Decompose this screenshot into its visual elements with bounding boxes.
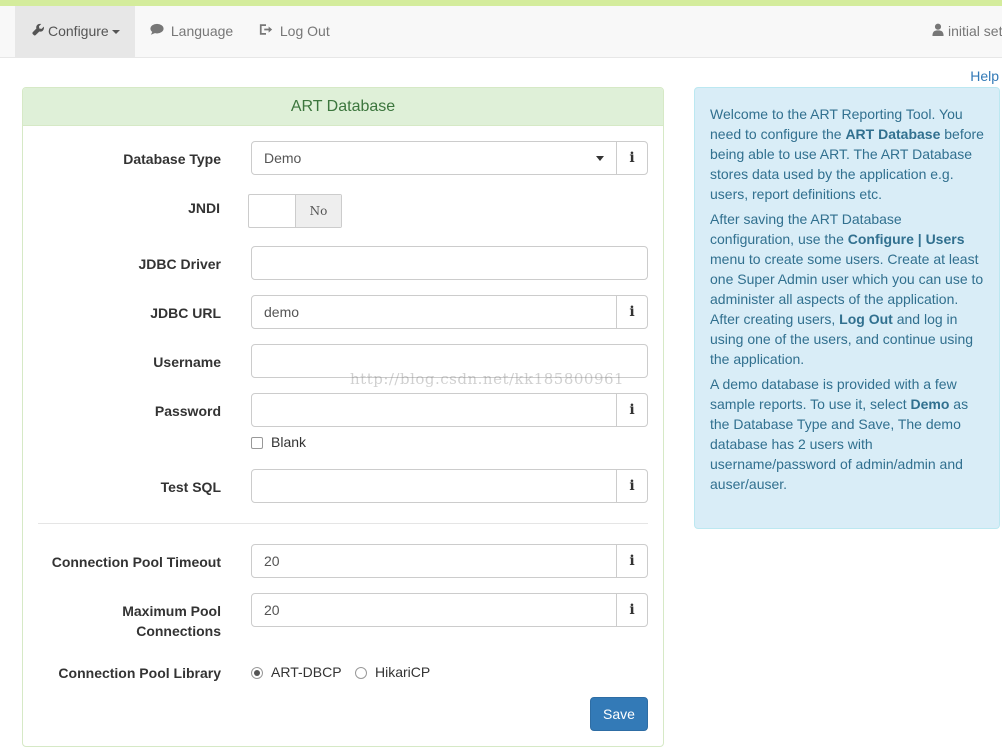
database-type-value: Demo <box>264 150 302 166</box>
info-bold: ART Database <box>845 126 941 142</box>
nav-logout[interactable]: Log Out <box>243 6 345 57</box>
nav-configure-dropdown[interactable]: Configure <box>15 6 135 57</box>
jdbc-driver-label: JDBC Driver <box>138 256 221 272</box>
help-link[interactable]: Help <box>970 68 999 84</box>
jndi-label: JNDI <box>188 200 220 216</box>
jndi-toggle[interactable]: No <box>248 194 342 228</box>
info-bold: Demo <box>910 396 950 412</box>
comment-icon <box>149 6 165 57</box>
database-type-label: Database Type <box>123 151 221 167</box>
password-input[interactable] <box>251 393 617 427</box>
radio-hikaricp[interactable] <box>355 667 367 679</box>
nav-logout-label: Log Out <box>279 23 330 39</box>
info-icon[interactable]: i <box>616 469 648 503</box>
blank-checkbox-label: Blank <box>271 434 307 450</box>
test-sql-input[interactable] <box>251 469 617 503</box>
info-icon[interactable]: i <box>616 295 648 329</box>
max-pool-label: Maximum Pool Connections <box>122 601 221 641</box>
info-paragraph-3: A demo database is provided with a few s… <box>710 374 985 494</box>
radio-art-dbcp[interactable] <box>251 667 263 679</box>
wrench-icon <box>30 6 46 57</box>
pool-timeout-label: Connection Pool Timeout <box>51 554 221 570</box>
pool-timeout-input[interactable]: 20 <box>251 544 617 578</box>
nav-user-label: initial setu <box>948 23 1002 39</box>
form-divider <box>38 523 648 524</box>
nav-language[interactable]: Language <box>134 6 248 57</box>
blank-checkbox[interactable] <box>251 437 263 449</box>
jndi-toggle-off: No <box>295 195 341 227</box>
max-pool-input[interactable]: 20 <box>251 593 617 627</box>
max-pool-label-line2: Connections <box>136 623 221 639</box>
username-label: Username <box>153 354 221 370</box>
art-database-panel: ART Database Database Type Demo i JNDI N… <box>22 87 664 747</box>
jdbc-driver-input[interactable] <box>251 246 648 280</box>
info-bold: Log Out <box>839 311 893 327</box>
jdbc-url-label: JDBC URL <box>150 305 221 321</box>
max-pool-label-line1: Maximum Pool <box>122 603 221 619</box>
radio-art-dbcp-label: ART-DBCP <box>271 664 342 680</box>
test-sql-label: Test SQL <box>160 479 221 495</box>
nav-configure-label: Configure <box>48 23 109 39</box>
password-label: Password <box>154 403 221 419</box>
panel-title: ART Database <box>23 88 663 126</box>
info-bold: Configure | Users <box>847 231 965 247</box>
nav-language-label: Language <box>170 23 234 39</box>
info-icon[interactable]: i <box>616 141 648 175</box>
info-paragraph-1: Welcome to the ART Reporting Tool. You n… <box>710 104 985 204</box>
jdbc-url-input[interactable]: demo <box>251 295 617 329</box>
database-type-select[interactable]: Demo <box>251 141 617 175</box>
pool-library-label: Connection Pool Library <box>58 665 221 681</box>
info-box: Welcome to the ART Reporting Tool. You n… <box>694 87 1000 529</box>
navbar: Configure Language Log Out initial setu <box>0 6 1002 58</box>
chevron-down-icon <box>596 156 604 161</box>
watermark: http://blog.csdn.net/kk185800961 <box>350 370 625 388</box>
user-icon <box>930 6 946 57</box>
info-paragraph-2: After saving the ART Database configurat… <box>710 209 985 369</box>
chevron-down-icon <box>111 30 120 35</box>
info-icon[interactable]: i <box>616 593 648 627</box>
nav-user-menu[interactable]: initial setu <box>915 6 1002 57</box>
radio-hikaricp-label: HikariCP <box>375 664 431 680</box>
logout-icon <box>258 6 274 57</box>
info-icon[interactable]: i <box>616 544 648 578</box>
info-icon[interactable]: i <box>616 393 648 427</box>
save-button[interactable]: Save <box>590 697 648 731</box>
